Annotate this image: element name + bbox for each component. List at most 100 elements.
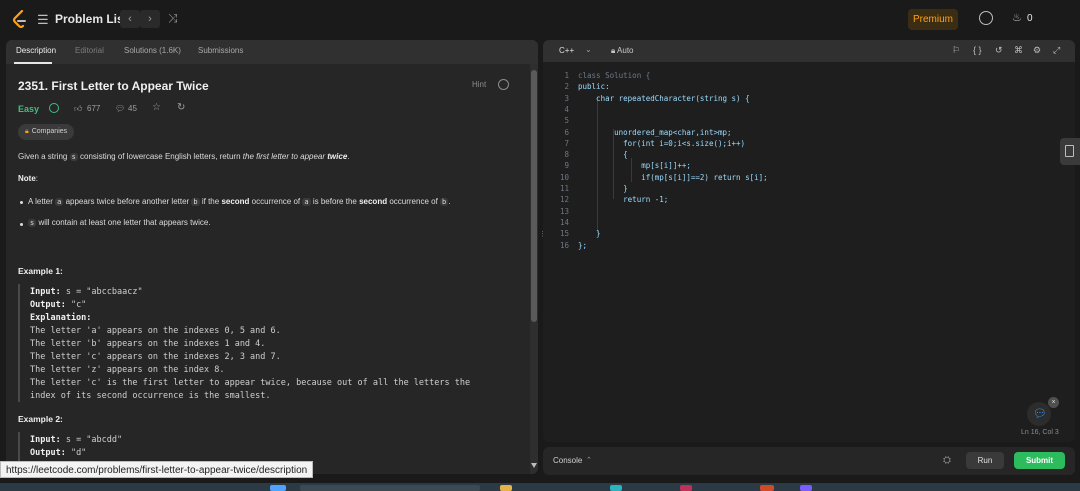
taskbar-app-icon[interactable] (610, 485, 622, 491)
code-line[interactable]: return -1; (578, 195, 668, 204)
comment-icon[interactable]: 💬︎ (115, 104, 125, 113)
tab-editorial[interactable]: Editorial (75, 46, 104, 55)
note-bullet-2: s will contain at least one letter that … (28, 218, 211, 227)
code-line[interactable]: class Solution { (578, 71, 650, 80)
example-2-heading: Example 2: (18, 414, 63, 424)
prev-problem-button[interactable]: ‹ (120, 10, 140, 28)
note-heading: Note: (18, 174, 39, 183)
like-icon[interactable]: 👍︎ (74, 104, 82, 114)
debug-icon[interactable]: ⛭ (943, 455, 951, 466)
clock-icon[interactable] (979, 11, 993, 25)
editor-toolbar: C++ ⌄ 🔒︎ Auto ⚐ { } ↺ ⌘ ⚙ ⤢ (543, 40, 1075, 62)
premium-button[interactable]: Premium (908, 9, 958, 30)
example-1-input: Input: s = "abccbaacz" (30, 287, 143, 297)
code-line[interactable]: if(mp[s[i]]==2) return s[i]; (578, 173, 767, 182)
tab-description[interactable]: Description (16, 46, 56, 55)
solved-check-icon (49, 103, 59, 113)
likes-count: 677 (87, 104, 101, 113)
line-number: 5 (564, 116, 569, 126)
code-line[interactable]: unordered_map<char,int>mp; (578, 128, 731, 137)
bullet-dot (20, 223, 23, 226)
note-bullet-1: A letter a appears twice before another … (28, 197, 451, 206)
notes-icon[interactable] (1065, 145, 1074, 157)
code-line[interactable]: }; (578, 241, 587, 250)
taskbar-app-icon[interactable] (500, 485, 512, 491)
code-line[interactable]: } (578, 229, 601, 238)
code-line[interactable]: public: (578, 82, 610, 91)
star-icon[interactable]: ☆ (152, 102, 161, 113)
example-1-explanation-line: The letter 'c' is the first letter to ap… (30, 378, 471, 388)
description-scrollbar-thumb[interactable] (531, 70, 537, 322)
leetcode-logo-icon[interactable] (12, 10, 28, 28)
run-button[interactable]: Run (966, 452, 1004, 469)
taskbar-app-icon[interactable] (680, 485, 692, 491)
tab-submissions[interactable]: Submissions (198, 46, 243, 55)
chevron-down-icon[interactable]: ⌄ (585, 45, 592, 54)
taskbar-search-box[interactable] (300, 485, 480, 491)
hint-button[interactable]: Hint (472, 80, 486, 89)
description-panel: Description Editorial Solutions (1.6K) S… (6, 40, 538, 474)
line-number: 2 (564, 82, 569, 92)
example-1-explanation-line: The letter 'c' appears on the indexes 2,… (30, 352, 281, 362)
problem-statement: Given a string s consisting of lowercase… (18, 152, 350, 161)
line-number: 14 (559, 217, 569, 227)
code-line[interactable]: } (578, 184, 628, 193)
submit-button[interactable]: Submit (1014, 452, 1065, 469)
example-1-explanation-line: The letter 'z' appears on the index 8. (30, 365, 225, 375)
streak-icon[interactable]: ♨ (1012, 11, 1022, 24)
example-1-output: Output: "c" (30, 300, 87, 310)
auto-mode-toggle[interactable]: 🔒︎ Auto (611, 46, 634, 56)
line-number: 3 (564, 93, 569, 103)
line-number: 9 (564, 161, 569, 171)
console-toggle[interactable]: Console (553, 456, 582, 465)
example-1-border (18, 284, 20, 402)
problem-list-link[interactable]: Problem List (55, 12, 128, 26)
code-line[interactable]: for(int i=0;i<s.size();i++) (578, 139, 745, 148)
line-number: 15 (559, 229, 569, 239)
problem-title[interactable]: 2351. First Letter to Appear Twice (18, 79, 209, 93)
shuffle-icon[interactable]: ⤨ (168, 11, 178, 26)
example-1-heading: Example 1: (18, 266, 63, 276)
example-1-explanation-line: index of its second occurrence is the sm… (30, 391, 271, 401)
close-icon[interactable]: × (1048, 397, 1059, 408)
chat-icon[interactable]: 💬︎ (1033, 407, 1047, 420)
reset-icon[interactable]: ↺ (995, 45, 1003, 56)
info-icon[interactable] (498, 79, 509, 90)
share-icon[interactable]: ↻ (177, 102, 185, 113)
taskbar-app-icon[interactable] (760, 485, 774, 491)
os-taskbar (0, 483, 1080, 491)
console-bar: Console ⌃ ⛭ Run Submit (543, 447, 1075, 475)
example-1-explanation-label: Explanation: (30, 313, 92, 323)
taskbar-app-icon[interactable] (800, 485, 812, 491)
code-editor-panel: C++ ⌄ 🔒︎ Auto ⚐ { } ↺ ⌘ ⚙ ⤢ 1 2 3 4 5 6 7 8 9 10 1… (543, 40, 1075, 442)
cursor-position: Ln 16, Col 3 (1021, 429, 1059, 436)
lock-icon: 🔒︎ (25, 128, 29, 135)
braces-icon[interactable]: { } (973, 45, 982, 55)
next-problem-button[interactable]: › (140, 10, 160, 28)
line-number: 7 (564, 138, 569, 148)
line-number: 13 (559, 206, 569, 216)
code-line[interactable]: { (578, 150, 628, 159)
chevron-up-icon[interactable]: ⌃ (586, 456, 592, 464)
difficulty-badge: Easy (18, 104, 40, 114)
settings-gear-icon[interactable]: ⚙ (1033, 45, 1041, 56)
description-tabs: Description Editorial Solutions (1.6K) S… (6, 40, 538, 64)
bookmark-icon[interactable]: ⚐ (952, 45, 960, 56)
status-bar-url: https://leetcode.com/problems/first-lett… (0, 461, 314, 478)
scroll-down-arrow-icon[interactable] (531, 463, 537, 468)
problem-list-icon[interactable]: ☰ (37, 12, 49, 28)
tab-solutions[interactable]: Solutions (1.6K) (124, 46, 181, 55)
language-selector[interactable]: C++ (559, 46, 574, 55)
companies-tag[interactable]: 🔒︎ Companies (18, 124, 75, 140)
expand-icon[interactable]: ⤢ (1053, 45, 1060, 56)
taskbar-app-icon[interactable] (270, 485, 286, 491)
line-number: 1 (564, 71, 569, 80)
line-number: 4 (564, 104, 569, 114)
example-1-explanation-line: The letter 'a' appears on the indexes 0,… (30, 326, 281, 336)
line-number: 10 (559, 172, 569, 182)
line-number: 16 (559, 240, 569, 250)
code-line[interactable]: char repeatedCharacter(string s) { (578, 94, 750, 103)
line-number: 6 (564, 127, 569, 137)
shortcut-icon[interactable]: ⌘ (1014, 45, 1023, 56)
code-line[interactable]: mp[s[i]]++; (578, 161, 691, 170)
